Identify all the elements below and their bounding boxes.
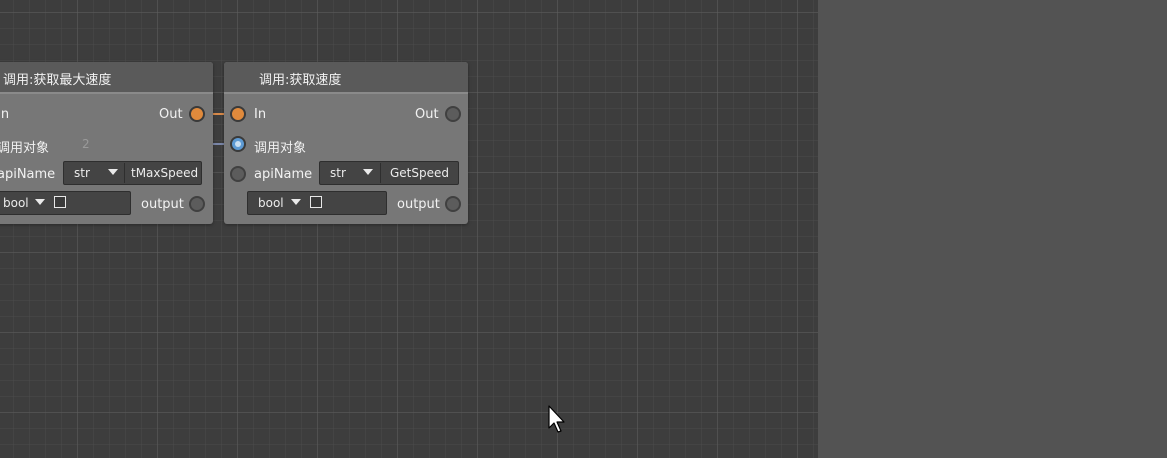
api-name-label: apiName bbox=[254, 167, 313, 182]
in-label: In bbox=[0, 107, 10, 122]
api-name-port[interactable] bbox=[230, 166, 246, 182]
api-name-value[interactable]: GetSpeed bbox=[390, 166, 449, 180]
wire-value-label: 2 bbox=[82, 137, 90, 151]
return-type-field[interactable]: bool bbox=[247, 191, 387, 215]
field-divider bbox=[380, 163, 381, 183]
graph-canvas[interactable]: 调用:获取最大速度 In Out 调用对象 2 apiName str tMax… bbox=[0, 0, 818, 458]
exec-out-port[interactable] bbox=[189, 106, 205, 122]
exec-out-port[interactable] bbox=[445, 106, 461, 122]
mouse-cursor-icon bbox=[548, 405, 565, 433]
chevron-down-icon[interactable] bbox=[108, 169, 118, 175]
port-dot bbox=[235, 141, 241, 147]
node-get-speed[interactable]: 调用:获取速度 In Out 调用对象 apiName str GetSpeed… bbox=[224, 62, 468, 224]
chevron-down-icon[interactable] bbox=[35, 199, 45, 205]
api-name-value[interactable]: tMaxSpeed bbox=[131, 166, 198, 180]
type-select-value[interactable]: str bbox=[74, 166, 90, 180]
return-type-select[interactable]: bool bbox=[258, 196, 284, 210]
node-get-max-speed[interactable]: 调用:获取最大速度 In Out 调用对象 2 apiName str tMax… bbox=[0, 62, 213, 224]
target-port[interactable] bbox=[230, 136, 246, 152]
node-header[interactable]: 调用:获取速度 bbox=[224, 62, 468, 94]
field-divider bbox=[124, 163, 125, 183]
node-header[interactable]: 调用:获取最大速度 bbox=[0, 62, 213, 94]
output-port[interactable] bbox=[445, 196, 461, 212]
chevron-down-icon[interactable] bbox=[363, 169, 373, 175]
output-label: output bbox=[141, 197, 184, 212]
type-select-value[interactable]: str bbox=[330, 166, 346, 180]
return-checkbox[interactable] bbox=[54, 196, 66, 208]
target-label: 调用对象 bbox=[254, 141, 307, 156]
return-type-select[interactable]: bool bbox=[3, 196, 29, 210]
node-title: 调用:获取最大速度 bbox=[3, 73, 112, 88]
out-label: Out bbox=[159, 107, 183, 122]
chevron-down-icon[interactable] bbox=[291, 199, 301, 205]
api-name-label: apiName bbox=[0, 167, 56, 182]
exec-in-port[interactable] bbox=[230, 106, 246, 122]
return-type-field[interactable]: bool bbox=[0, 191, 131, 215]
node-title: 调用:获取速度 bbox=[259, 73, 342, 88]
side-panel bbox=[818, 0, 1167, 458]
api-name-field[interactable]: str GetSpeed bbox=[319, 161, 459, 185]
output-port[interactable] bbox=[189, 196, 205, 212]
out-label: Out bbox=[415, 107, 439, 122]
api-name-field[interactable]: str tMaxSpeed bbox=[63, 161, 202, 185]
output-label: output bbox=[397, 197, 440, 212]
in-label: In bbox=[254, 107, 267, 122]
target-label: 调用对象 bbox=[0, 141, 50, 156]
return-checkbox[interactable] bbox=[310, 196, 322, 208]
